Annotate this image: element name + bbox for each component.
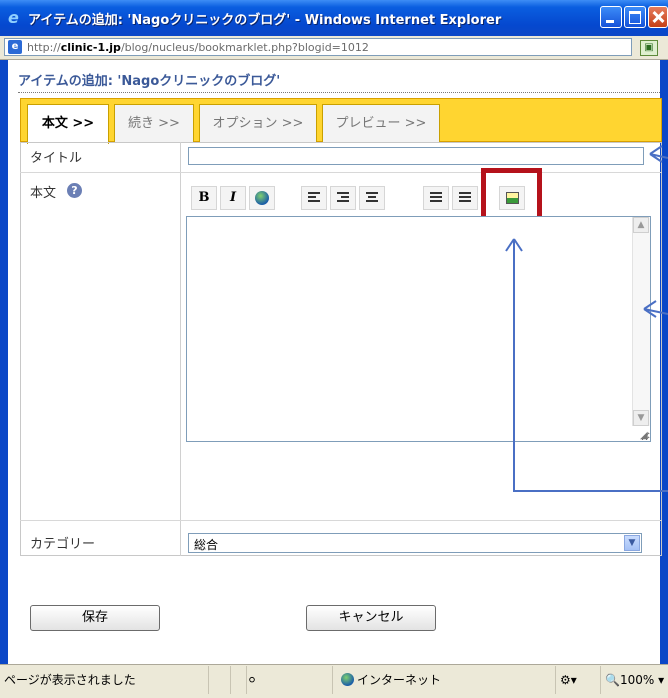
align-right-button[interactable]: [330, 186, 356, 210]
heading-divider: [18, 92, 660, 93]
minimize-button[interactable]: [600, 6, 622, 28]
scroll-up-icon[interactable]: ▲: [633, 217, 649, 233]
status-panel: [208, 666, 223, 694]
right-box-button[interactable]: [452, 186, 478, 210]
body-textarea[interactable]: [186, 216, 651, 442]
left-box-button[interactable]: [423, 186, 449, 210]
tab-options[interactable]: オプション >>: [199, 104, 317, 142]
page-title: アイテムの追加: 'Nagoクリニックのブログ': [18, 74, 281, 89]
category-select[interactable]: 総合 ▼: [188, 533, 642, 553]
right-box-icon: [459, 192, 471, 204]
address-bar: e http://clinic-1.jp/blog/nucleus/bookma…: [0, 36, 668, 60]
internet-zone-icon: [341, 673, 354, 686]
align-left-icon: [308, 192, 320, 204]
row-divider: [20, 520, 662, 521]
help-icon[interactable]: ?: [67, 183, 82, 198]
scroll-down-icon[interactable]: ▼: [633, 410, 649, 426]
status-tools-icon[interactable]: ⚙▾: [555, 666, 577, 694]
row-divider: [20, 172, 662, 173]
body-label: 本文: [30, 186, 57, 201]
column-divider: [180, 142, 181, 556]
close-button[interactable]: [648, 6, 668, 28]
address-url: http://clinic-1.jp/blog/nucleus/bookmark…: [27, 41, 369, 54]
tab-preview[interactable]: プレビュー >>: [322, 104, 440, 142]
title-input[interactable]: [188, 147, 644, 165]
globe-icon: [255, 191, 269, 205]
save-button[interactable]: 保存: [30, 605, 160, 631]
italic-button[interactable]: I: [220, 186, 246, 210]
zoom-level[interactable]: 🔍100% ▾: [600, 666, 664, 694]
align-center-icon: [366, 192, 378, 204]
align-center-button[interactable]: [359, 186, 385, 210]
chevron-down-icon[interactable]: ▼: [624, 535, 640, 551]
textarea-scrollbar[interactable]: ▲ ▼: [632, 217, 650, 426]
window-title: アイテムの追加: 'Nagoクリニックのブログ' - Windows Inter…: [28, 13, 502, 28]
cancel-button[interactable]: キャンセル: [306, 605, 436, 631]
left-box-icon: [430, 192, 442, 204]
maximize-button[interactable]: [624, 6, 646, 28]
page-icon: e: [8, 40, 22, 54]
align-right-icon: [337, 192, 349, 204]
tab-body[interactable]: 本文 >>: [27, 104, 109, 144]
tab-continue[interactable]: 続き >>: [114, 104, 194, 142]
category-label: カテゴリー: [30, 537, 96, 552]
insert-link-button[interactable]: [249, 186, 275, 210]
title-label: タイトル: [30, 151, 83, 166]
security-zone[interactable]: インターネット: [332, 666, 441, 694]
status-text: ページが表示されました: [4, 673, 136, 687]
address-field[interactable]: e http://clinic-1.jp/blog/nucleus/bookma…: [4, 38, 632, 56]
bold-button[interactable]: B: [191, 186, 217, 210]
window-titlebar: e アイテムの追加: 'Nagoクリニックのブログ' - Windows Int…: [0, 0, 668, 36]
resize-grip-icon[interactable]: ◢: [640, 430, 648, 441]
align-left-button[interactable]: [301, 186, 327, 210]
compatibility-view-icon[interactable]: ▣: [640, 40, 658, 56]
internet-explorer-icon: e: [8, 8, 19, 27]
category-value: 総合: [194, 538, 219, 552]
privacy-icon[interactable]: ⚪: [246, 666, 277, 694]
status-panel: [230, 666, 245, 694]
